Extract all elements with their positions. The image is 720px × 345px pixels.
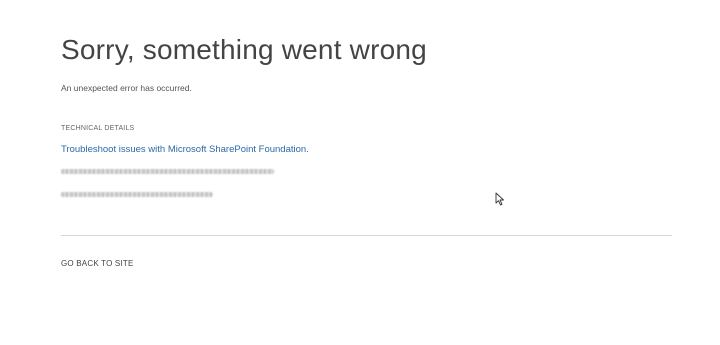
error-page: Sorry, something went wrong An unexpecte…	[0, 0, 720, 345]
divider	[61, 235, 672, 236]
page-title: Sorry, something went wrong	[61, 34, 427, 65]
mouse-pointer-icon	[495, 192, 504, 206]
go-back-to-site-link[interactable]: GO BACK TO SITE	[61, 259, 134, 268]
troubleshoot-link[interactable]: Troubleshoot issues with Microsoft Share…	[61, 144, 309, 155]
error-message: An unexpected error has occurred.	[61, 83, 192, 93]
correlation-id-blurred	[61, 169, 274, 174]
technical-details-heading: TECHNICAL DETAILS	[61, 125, 135, 132]
date-time-blurred	[61, 192, 213, 197]
